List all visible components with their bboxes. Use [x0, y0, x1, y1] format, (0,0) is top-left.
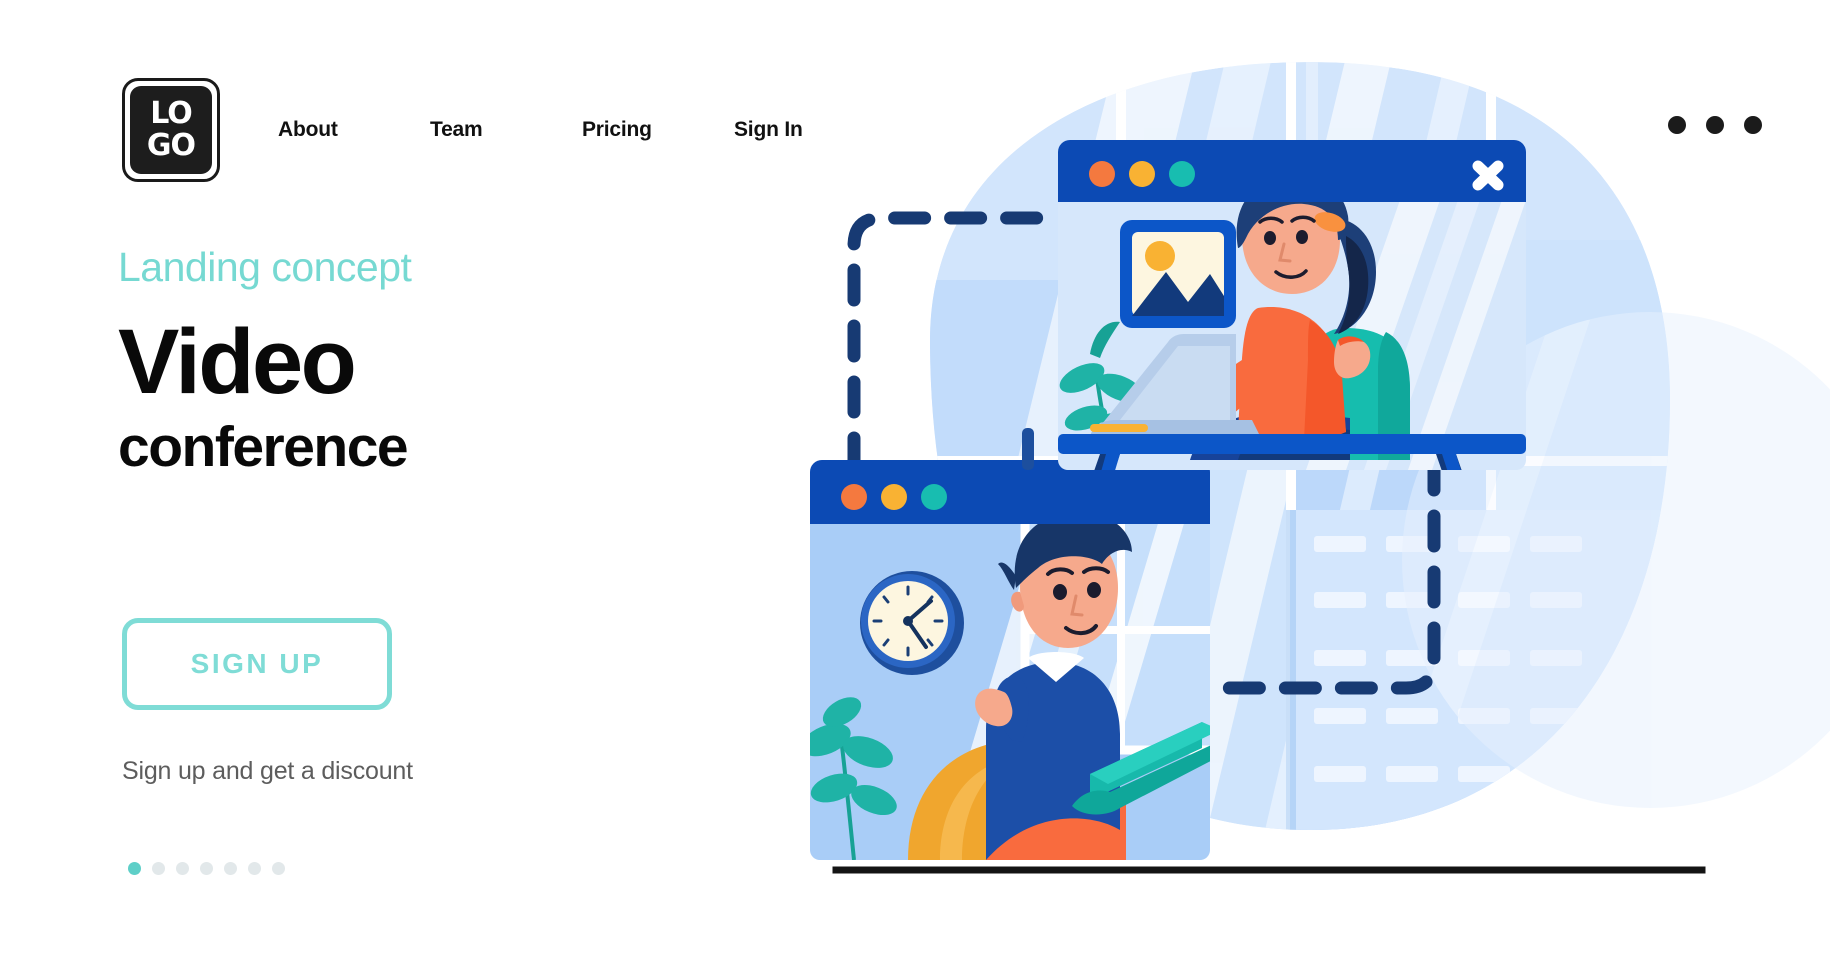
traffic-light-red	[1089, 161, 1115, 187]
hero-eyebrow: Landing concept	[118, 244, 412, 290]
wall-clock-icon	[860, 571, 964, 675]
main-navigation: About Team Pricing Sign In	[278, 118, 874, 142]
traffic-light-yellow	[1129, 161, 1155, 187]
carousel-dot-6[interactable]	[248, 862, 261, 875]
video-window-bottom	[810, 428, 1210, 860]
traffic-light-teal	[1169, 161, 1195, 187]
carousel-indicator[interactable]	[128, 862, 285, 875]
logo-line-2: GO	[146, 127, 196, 163]
hero-title-line-1: Video	[118, 311, 357, 414]
sign-up-button[interactable]: SIGN UP	[122, 618, 392, 710]
traffic-light-teal	[921, 484, 947, 510]
video-conference-illustration	[790, 40, 1830, 940]
carousel-dot-4[interactable]	[200, 862, 213, 875]
hero-subtext: Sign up and get a discount	[122, 757, 413, 785]
nav-item-pricing[interactable]: Pricing	[582, 118, 734, 142]
image-placeholder-icon	[1120, 220, 1236, 328]
logo-badge: LO GO	[130, 86, 212, 174]
carousel-dot-7[interactable]	[272, 862, 285, 875]
logo-line-1: LO	[150, 95, 193, 131]
traffic-light-red	[841, 484, 867, 510]
hero-title-line-2: conference	[118, 415, 409, 480]
landing-page: LO GO About Team Pricing Sign In Landing…	[0, 0, 1837, 980]
carousel-dot-1[interactable]	[128, 862, 141, 875]
carousel-dot-5[interactable]	[224, 862, 237, 875]
logo[interactable]: LO GO	[122, 78, 220, 182]
nav-item-about[interactable]: About	[278, 118, 430, 142]
carousel-dot-2[interactable]	[152, 862, 165, 875]
hero-text-block: Landing concept Video conference	[118, 244, 738, 483]
traffic-light-yellow	[881, 484, 907, 510]
sign-up-button-label: SIGN UP	[190, 648, 324, 679]
nav-item-team[interactable]: Team	[430, 118, 582, 142]
close-x-icon	[1472, 160, 1504, 191]
carousel-dot-3[interactable]	[176, 862, 189, 875]
